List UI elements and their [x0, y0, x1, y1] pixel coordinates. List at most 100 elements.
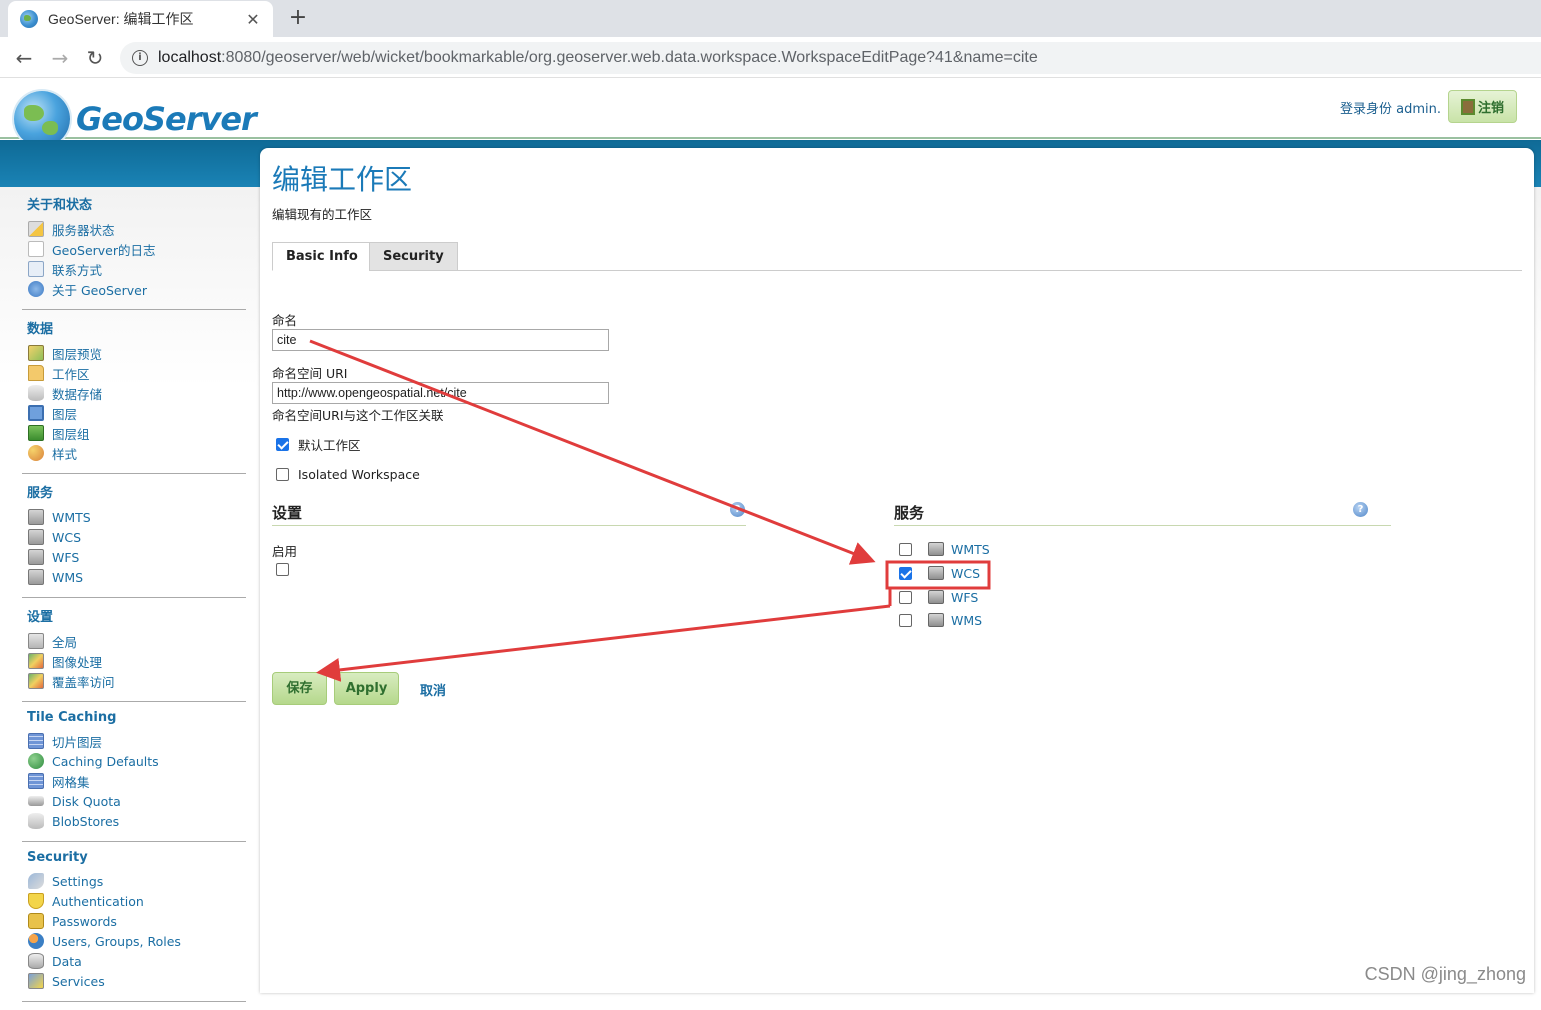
sidebar-item-tile-layers[interactable]: 切片图层 — [22, 731, 246, 751]
sidebar-item-label: 图层预览 — [52, 344, 102, 363]
sidebar-item-data-security[interactable]: Data — [22, 951, 246, 971]
server-icon — [28, 549, 44, 565]
namespace-uri-label: 命名空间 URI — [272, 363, 348, 382]
sidebar-item-about[interactable]: 关于 GeoServer — [22, 279, 246, 299]
sidebar-section-title: 设置 — [27, 606, 246, 625]
sidebar-item-wcs[interactable]: WCS — [22, 527, 246, 547]
wcs-checkbox[interactable] — [899, 567, 912, 580]
folder-icon — [28, 365, 44, 381]
sidebar-item-label: Services — [52, 974, 105, 989]
sidebar-item-jai[interactable]: 图像处理 — [22, 651, 246, 671]
sidebar-item-stores[interactable]: 数据存储 — [22, 383, 246, 403]
geoserver-logo[interactable]: GeoServer — [14, 91, 256, 147]
sidebar-item-passwords[interactable]: Passwords — [22, 911, 246, 931]
server-icon — [928, 542, 944, 556]
disk-icon — [28, 796, 44, 806]
main-panel: 编辑工作区 编辑现有的工作区 Basic Info Security 命名 命名… — [260, 148, 1534, 993]
site-info-icon[interactable]: i — [132, 50, 148, 66]
sidebar-item-label: WMS — [52, 570, 83, 585]
sidebar-item-layer-preview[interactable]: 图层预览 — [22, 343, 246, 363]
close-tab-icon[interactable]: ✕ — [245, 10, 261, 29]
forward-button[interactable]: → — [46, 44, 74, 72]
sidebar-item-service-security[interactable]: Services — [22, 971, 246, 991]
watermark: CSDN @jing_zhong — [1365, 964, 1526, 985]
sidebar-item-users-groups-roles[interactable]: Users, Groups, Roles — [22, 931, 246, 951]
sidebar-item-label: GeoServer的日志 — [52, 240, 156, 259]
wcs-label[interactable]: WCS — [951, 566, 980, 581]
sidebar-item-gridsets[interactable]: 网格集 — [22, 771, 246, 791]
sidebar-item-coverage-access[interactable]: 覆盖率访问 — [22, 671, 246, 691]
help-icon — [28, 281, 44, 297]
sidebar-section-title: 服务 — [27, 482, 246, 501]
wms-label[interactable]: WMS — [951, 613, 982, 628]
wmts-checkbox[interactable] — [899, 543, 912, 556]
sidebar-section-title: Tile Caching — [27, 710, 246, 725]
sidebar-item-workspaces[interactable]: 工作区 — [22, 363, 246, 383]
services-icon — [28, 973, 44, 989]
url-text: localhost:8080/geoserver/web/wicket/book… — [158, 49, 1038, 67]
sidebar-item-label: 工作区 — [52, 364, 90, 383]
wms-checkbox[interactable] — [899, 614, 912, 627]
tab-security[interactable]: Security — [369, 242, 458, 271]
sidebar-item-blobstores[interactable]: BlobStores — [22, 811, 246, 831]
sidebar-item-logs[interactable]: GeoServer的日志 — [22, 239, 246, 259]
sidebar-item-authentication[interactable]: Authentication — [22, 891, 246, 911]
sidebar-item-label: 关于 GeoServer — [52, 280, 147, 299]
server-icon — [928, 590, 944, 604]
sidebar-item-wms[interactable]: WMS — [22, 567, 246, 587]
name-input[interactable] — [272, 329, 609, 351]
services-help-icon[interactable]: ? — [1353, 502, 1368, 517]
settings-heading: 设置 — [272, 502, 746, 526]
enable-settings-checkbox[interactable] — [276, 563, 289, 576]
browser-tab-strip: GeoServer: 编辑工作区 ✕ + — [0, 0, 1541, 37]
sidebar-item-label: 服务器状态 — [52, 220, 115, 239]
address-bar[interactable]: i localhost:8080/geoserver/web/wicket/bo… — [120, 42, 1541, 74]
sidebar-item-label: Settings — [52, 874, 103, 889]
namespace-uri-help: 命名空间URI与这个工作区关联 — [272, 405, 444, 424]
sidebar-item-disk-quota[interactable]: Disk Quota — [22, 791, 246, 811]
logo-text: GeoServer — [76, 100, 256, 138]
sidebar-item-server-status[interactable]: 服务器状态 — [22, 219, 246, 239]
sidebar-item-styles[interactable]: 样式 — [22, 443, 246, 463]
key-icon — [28, 873, 44, 889]
save-button[interactable]: 保存 — [272, 672, 327, 705]
sidebar-item-caching-defaults[interactable]: Caching Defaults — [22, 751, 246, 771]
wfs-checkbox[interactable] — [899, 591, 912, 604]
sidebar-item-contact[interactable]: 联系方式 — [22, 259, 246, 279]
default-workspace-checkbox[interactable] — [276, 438, 289, 451]
sidebar-item-wmts[interactable]: WMTS — [22, 507, 246, 527]
logout-button[interactable]: 注销 — [1448, 90, 1517, 123]
image-icon — [28, 653, 44, 669]
wmts-label[interactable]: WMTS — [951, 542, 990, 557]
enable-label: 启用 — [272, 541, 297, 560]
logout-label: 注销 — [1478, 97, 1504, 116]
sidebar-item-layers[interactable]: 图层 — [22, 403, 246, 423]
settings-help-icon[interactable]: ? — [730, 502, 745, 517]
layer-group-icon — [28, 425, 44, 441]
browser-tab[interactable]: GeoServer: 编辑工作区 ✕ — [8, 1, 273, 37]
lock-icon — [28, 913, 44, 929]
settings-icon — [28, 633, 44, 649]
new-tab-button[interactable]: + — [285, 5, 311, 31]
isolated-workspace-checkbox[interactable] — [276, 468, 289, 481]
sidebar-item-label: Disk Quota — [52, 794, 121, 809]
cancel-link[interactable]: 取消 — [420, 680, 446, 699]
sidebar-item-label: 图层 — [52, 404, 77, 423]
page-description: 编辑现有的工作区 — [272, 204, 372, 223]
tab-basic-info[interactable]: Basic Info — [272, 242, 372, 271]
wfs-label[interactable]: WFS — [951, 590, 978, 605]
sidebar-item-label: 样式 — [52, 444, 77, 463]
sidebar-item-security-settings[interactable]: Settings — [22, 871, 246, 891]
sidebar-item-label: 覆盖率访问 — [52, 672, 115, 691]
grid-icon — [28, 733, 44, 749]
apply-button[interactable]: Apply — [334, 672, 399, 705]
sidebar-item-wfs[interactable]: WFS — [22, 547, 246, 567]
sidebar-item-layer-groups[interactable]: 图层组 — [22, 423, 246, 443]
geoserver-favicon-icon — [20, 10, 38, 28]
sidebar-item-global[interactable]: 全局 — [22, 631, 246, 651]
isolated-workspace-label: Isolated Workspace — [298, 467, 420, 482]
reload-button[interactable]: ↻ — [81, 44, 109, 72]
namespace-uri-input[interactable] — [272, 382, 609, 404]
server-icon — [928, 613, 944, 627]
back-button[interactable]: ← — [10, 44, 38, 72]
